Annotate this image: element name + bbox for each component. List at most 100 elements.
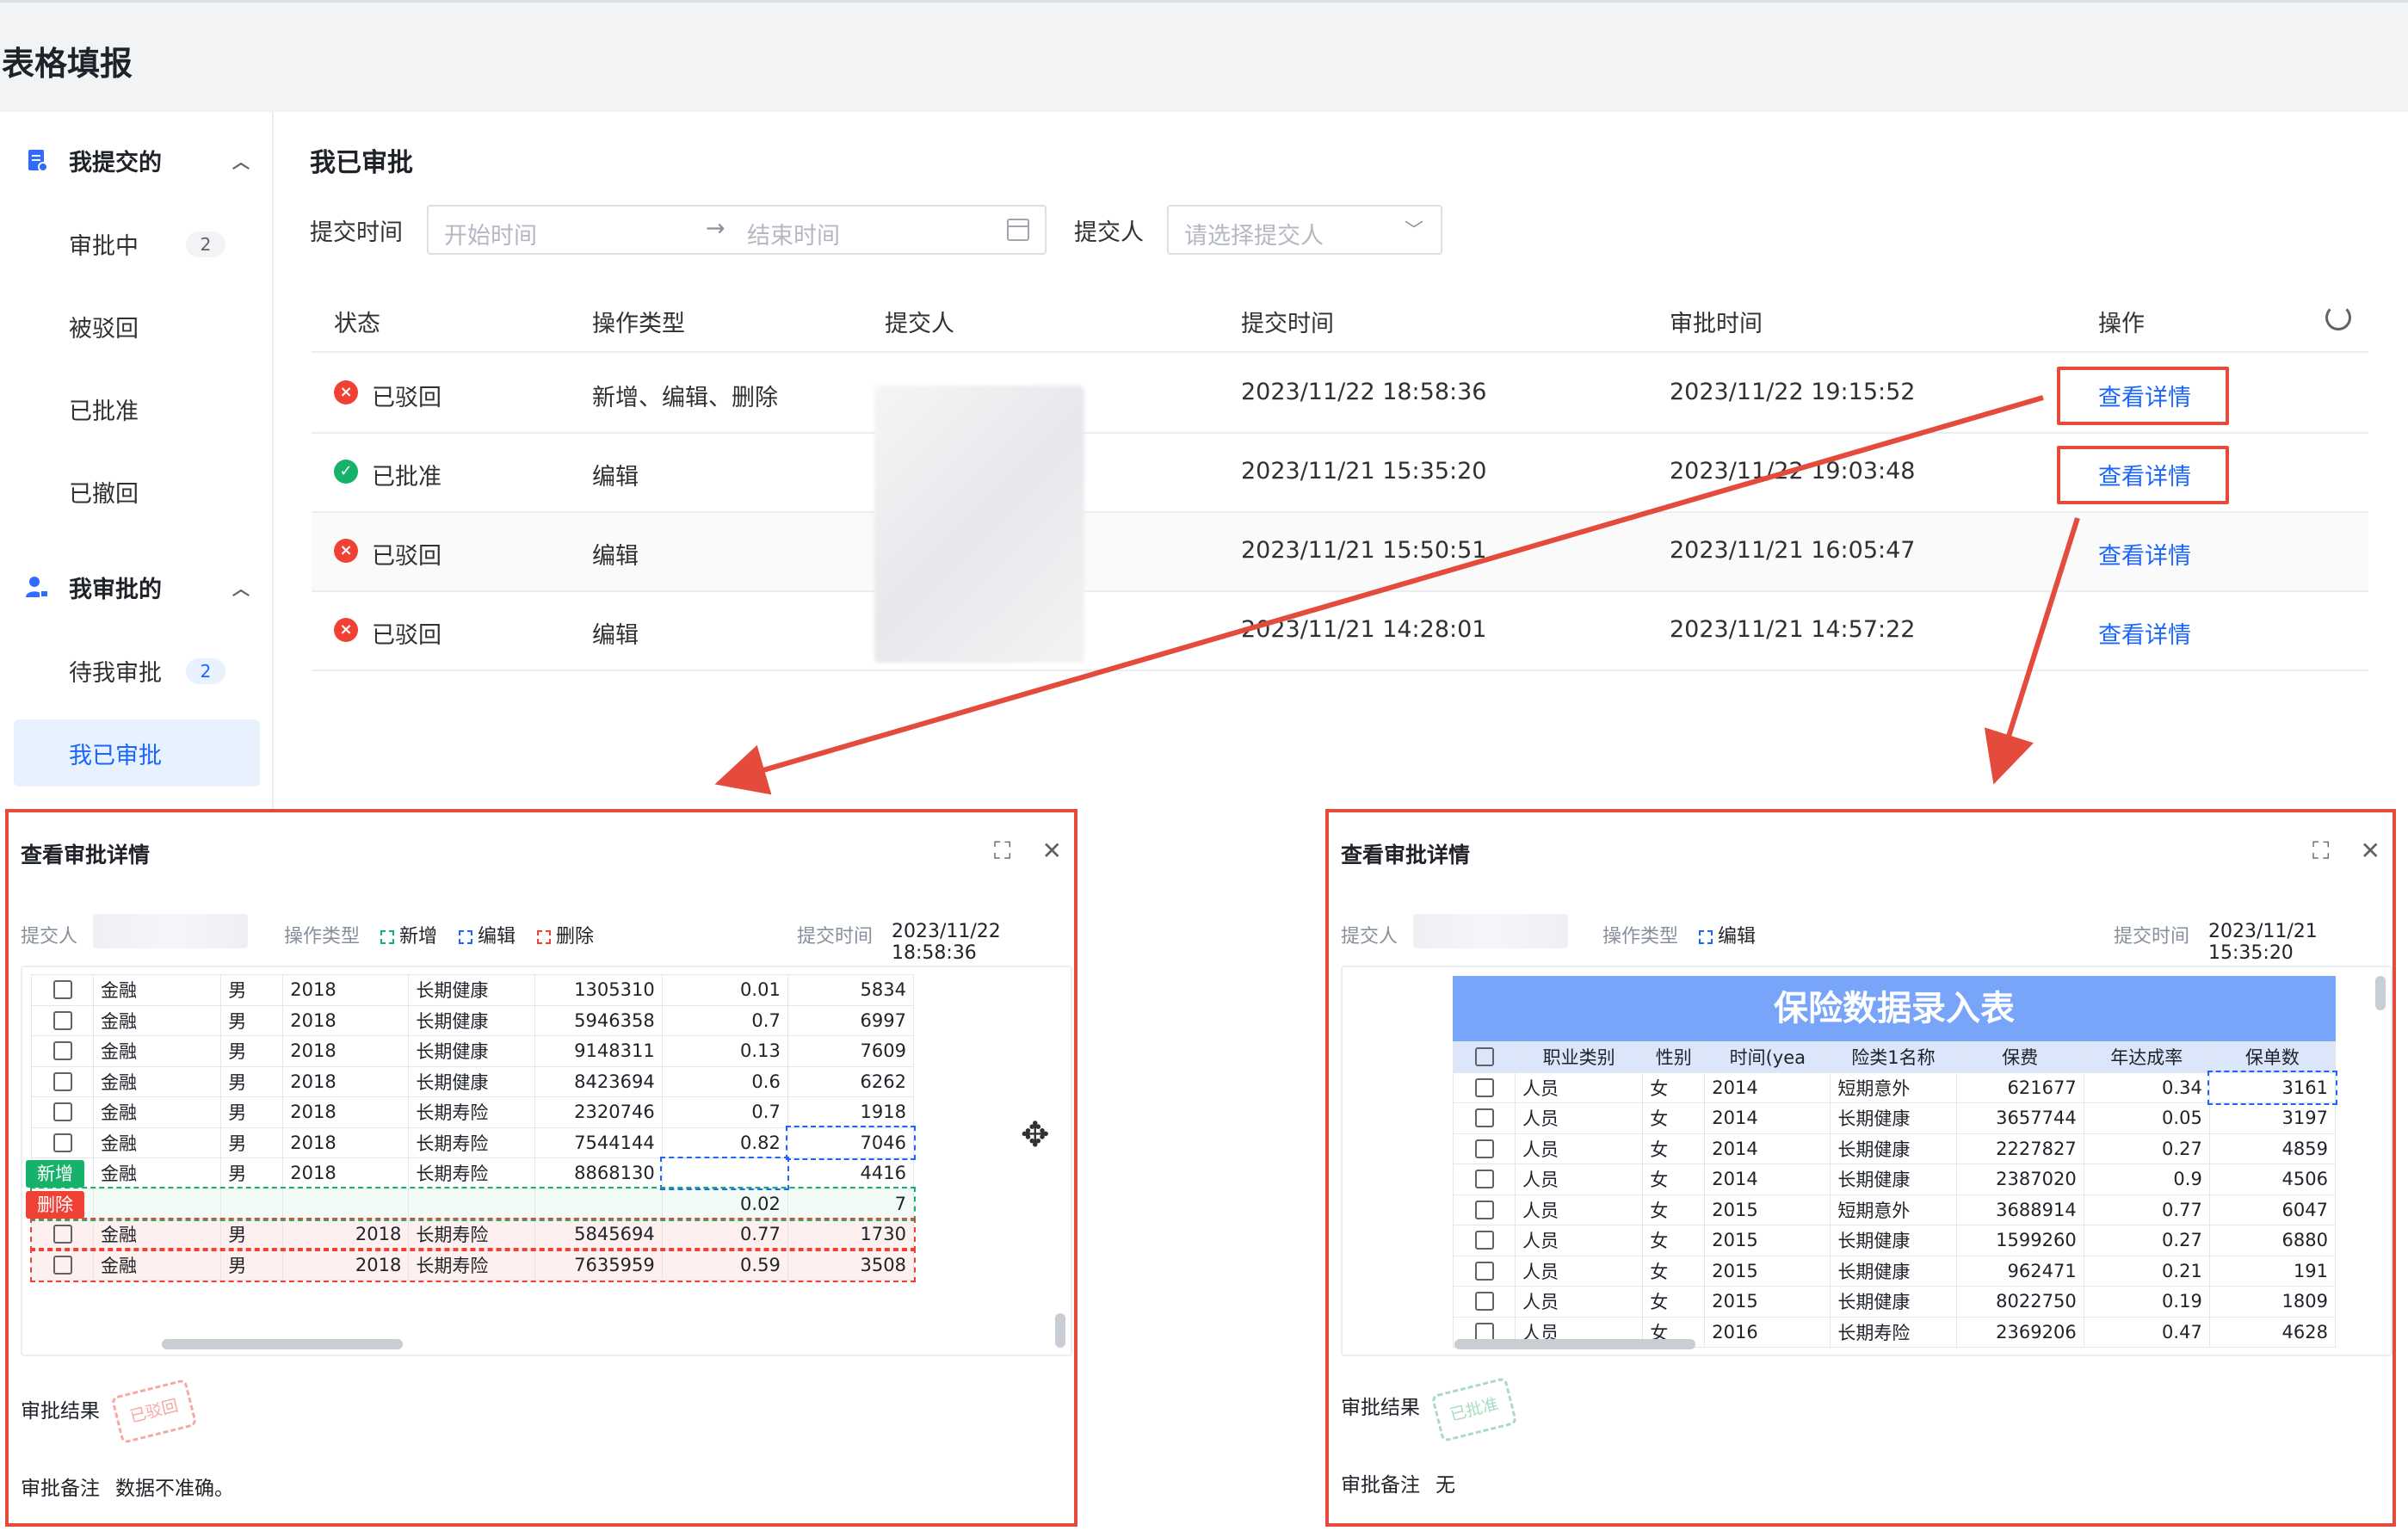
row-checkbox[interactable] bbox=[52, 1010, 72, 1030]
column-header[interactable]: 险类1名称 bbox=[1830, 1041, 1957, 1073]
grid-cell[interactable]: 2018 bbox=[282, 1004, 410, 1036]
row-checkbox[interactable] bbox=[52, 1102, 72, 1122]
row-checkbox-cell[interactable] bbox=[30, 1096, 95, 1128]
grid-cell[interactable]: 6262 bbox=[787, 1065, 915, 1097]
row-checkbox[interactable] bbox=[1474, 1231, 1494, 1250]
grid-cell[interactable]: 6997 bbox=[787, 1004, 915, 1036]
grid-cell[interactable]: 2018 bbox=[282, 1096, 410, 1128]
grid-cell[interactable]: 0.27 bbox=[2083, 1133, 2210, 1164]
row-checkbox-cell[interactable] bbox=[30, 1035, 95, 1067]
row-checkbox[interactable] bbox=[1474, 1170, 1494, 1189]
grid-cell[interactable]: 长期健康 bbox=[1830, 1133, 1957, 1164]
grid-cell[interactable]: 人员 bbox=[1515, 1194, 1644, 1225]
grid-cell[interactable]: 女 bbox=[1642, 1194, 1706, 1225]
grid-cell[interactable]: 金融 bbox=[93, 1249, 222, 1281]
close-icon[interactable]: ✕ bbox=[1042, 836, 1062, 865]
grid-cell[interactable]: 0.77 bbox=[661, 1219, 788, 1250]
grid-cell[interactable] bbox=[93, 1188, 222, 1219]
grid-cell[interactable]: 2016 bbox=[1704, 1316, 1831, 1348]
grid-cell[interactable]: 男 bbox=[220, 1065, 284, 1097]
row-checkbox-cell[interactable] bbox=[30, 1127, 95, 1158]
grid-cell[interactable]: 人员 bbox=[1515, 1164, 1644, 1195]
grid-cell[interactable]: 4416 bbox=[787, 1157, 915, 1189]
grid-cell[interactable]: 金融 bbox=[93, 1157, 222, 1189]
grid-cell[interactable]: 2018 bbox=[282, 1157, 410, 1189]
row-checkbox-cell[interactable] bbox=[30, 974, 95, 1006]
grid-cell[interactable]: 4506 bbox=[2208, 1164, 2337, 1195]
row-checkbox-cell[interactable] bbox=[1452, 1286, 1516, 1318]
grid-cell[interactable]: 191 bbox=[2208, 1255, 2337, 1287]
grid-cell[interactable] bbox=[534, 1188, 663, 1219]
grid-cell[interactable]: 2018 bbox=[282, 974, 410, 1006]
grid-cell[interactable]: 7544144 bbox=[534, 1127, 663, 1158]
grid-cell[interactable]: 0.19 bbox=[2083, 1286, 2210, 1318]
grid-cell[interactable]: 金融 bbox=[93, 1096, 222, 1128]
grid-cell[interactable]: 1305310 bbox=[534, 974, 663, 1006]
grid-cell[interactable]: 4859 bbox=[2208, 1133, 2337, 1164]
grid-cell[interactable]: 8868130 bbox=[534, 1157, 663, 1189]
row-checkbox-cell[interactable] bbox=[30, 1219, 95, 1250]
column-header[interactable]: 保费 bbox=[1955, 1041, 2084, 1073]
grid-cell[interactable]: 3508 bbox=[787, 1249, 915, 1281]
grid-cell[interactable]: 男 bbox=[220, 1035, 284, 1067]
grid-cell[interactable]: 男 bbox=[220, 1127, 284, 1158]
column-header[interactable]: 性别 bbox=[1642, 1041, 1706, 1073]
row-checkbox[interactable] bbox=[1474, 1292, 1494, 1312]
grid-cell[interactable]: 0.7 bbox=[661, 1096, 788, 1128]
close-icon[interactable]: ✕ bbox=[2361, 836, 2380, 865]
grid-cell[interactable]: 长期健康 bbox=[1830, 1164, 1957, 1195]
grid-cell[interactable]: 2014 bbox=[1704, 1133, 1831, 1164]
grid-cell[interactable]: 6880 bbox=[2208, 1225, 2337, 1256]
grid-cell[interactable]: 长期健康 bbox=[1830, 1286, 1957, 1318]
grid-cell[interactable]: 9148311 bbox=[534, 1035, 663, 1067]
data-grid[interactable]: 金融男 2018 长期健康 1305310 0.01 5834 金融男 2018 长期健康 594… bbox=[21, 966, 1072, 1356]
grid-cell[interactable]: 2018 bbox=[282, 1127, 410, 1158]
select-all-checkbox[interactable] bbox=[1474, 1047, 1494, 1067]
grid-cell[interactable]: 0.82 bbox=[661, 1127, 788, 1158]
sheet-grid[interactable]: 保险数据录入表 职业类别 性别 时间(yea 险类1名称 保费 年达成率 保单数 人员女 201… bbox=[1341, 966, 2393, 1356]
grid-cell[interactable]: 0.27 bbox=[2083, 1225, 2210, 1256]
row-checkbox-cell[interactable] bbox=[30, 1004, 95, 1036]
grid-cell[interactable]: 金融 bbox=[93, 974, 222, 1006]
grid-cell[interactable]: 男 bbox=[220, 1219, 284, 1250]
grid-cell[interactable]: 7609 bbox=[787, 1035, 915, 1067]
grid-cell[interactable]: 女 bbox=[1642, 1164, 1706, 1195]
row-checkbox[interactable] bbox=[52, 980, 72, 1000]
header-checkbox-cell[interactable] bbox=[1452, 1041, 1516, 1073]
grid-cell[interactable]: 0.05 bbox=[2083, 1102, 2210, 1134]
grid-cell[interactable]: 1809 bbox=[2208, 1286, 2337, 1318]
grid-cell[interactable]: 5834 bbox=[787, 974, 915, 1006]
grid-cell[interactable]: 短期意外 bbox=[1830, 1194, 1957, 1225]
row-checkbox[interactable] bbox=[52, 1255, 72, 1275]
column-header[interactable]: 保单数 bbox=[2208, 1041, 2337, 1073]
grid-cell[interactable]: 女 bbox=[1642, 1102, 1706, 1134]
grid-cell[interactable]: 长期健康 bbox=[1830, 1255, 1957, 1287]
grid-cell[interactable]: 长期寿险 bbox=[408, 1157, 535, 1189]
row-checkbox[interactable] bbox=[52, 1225, 72, 1244]
grid-cell[interactable]: 长期寿险 bbox=[1830, 1316, 1957, 1348]
grid-cell[interactable] bbox=[282, 1188, 410, 1219]
grid-cell[interactable]: 0.6 bbox=[661, 1065, 788, 1097]
grid-cell[interactable]: 人员 bbox=[1515, 1286, 1644, 1318]
fullscreen-icon[interactable]: ⛶ bbox=[994, 836, 1011, 865]
grid-cell[interactable]: 3197 bbox=[2208, 1102, 2337, 1134]
grid-cell[interactable]: 7635959 bbox=[534, 1249, 663, 1281]
grid-cell[interactable]: 长期寿险 bbox=[408, 1249, 535, 1281]
grid-cell[interactable]: 8423694 bbox=[534, 1065, 663, 1097]
grid-cell[interactable]: 人员 bbox=[1515, 1225, 1644, 1256]
grid-cell[interactable]: 男 bbox=[220, 1249, 284, 1281]
grid-cell[interactable]: 长期健康 bbox=[1830, 1102, 1957, 1134]
row-checkbox-cell[interactable] bbox=[1452, 1255, 1516, 1287]
grid-cell[interactable]: 短期意外 bbox=[1830, 1071, 1957, 1103]
grid-cell[interactable]: 长期健康 bbox=[408, 1065, 535, 1097]
row-checkbox-cell[interactable] bbox=[1452, 1225, 1516, 1256]
grid-cell[interactable]: 962471 bbox=[1955, 1255, 2084, 1287]
grid-cell[interactable]: 0.13 bbox=[661, 1035, 788, 1067]
row-checkbox-cell[interactable] bbox=[1452, 1133, 1516, 1164]
column-header[interactable]: 时间(yea bbox=[1704, 1041, 1831, 1073]
column-header[interactable]: 年达成率 bbox=[2083, 1041, 2210, 1073]
row-checkbox[interactable] bbox=[1474, 1261, 1494, 1281]
row-checkbox-cell[interactable] bbox=[1452, 1194, 1516, 1225]
grid-cell[interactable]: 女 bbox=[1642, 1071, 1706, 1103]
grid-cell[interactable]: 2387020 bbox=[1955, 1164, 2084, 1195]
